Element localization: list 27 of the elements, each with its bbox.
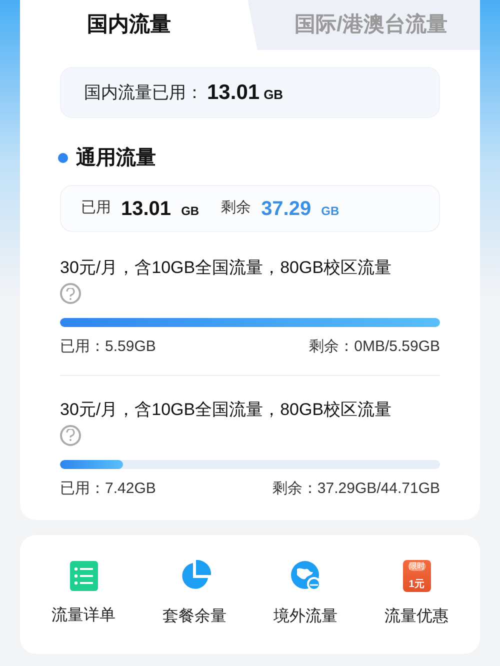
shortcut-button[interactable]: 流量详单 xyxy=(28,561,139,628)
shortcut-button[interactable]: 限时 1元 流量优惠 xyxy=(361,560,472,629)
summary-label: 国内流量已用： xyxy=(84,82,203,104)
globe-icon xyxy=(290,560,322,592)
stat-label: 剩余 xyxy=(221,198,252,218)
badge-text: 限时 xyxy=(408,562,426,571)
shortcut-button[interactable]: 境外流量 xyxy=(250,560,361,629)
stat-value: 13.01 xyxy=(121,196,172,222)
list-icon xyxy=(70,561,98,591)
remaining-text: 剩余：37.29GB/44.71GB xyxy=(272,478,440,498)
help-icon[interactable] xyxy=(60,424,81,446)
stat-unit: GB xyxy=(181,202,200,220)
plan-title: 30元/月，含10GB全国流量，80GB校区流量 xyxy=(60,257,393,279)
summary-value: 13.01 xyxy=(207,80,260,106)
summary-unit: GB xyxy=(264,86,284,104)
help-icon[interactable] xyxy=(60,283,81,304)
stat-value: 37.29 xyxy=(261,196,312,222)
section-title: 通用流量 xyxy=(76,146,156,171)
used-text: 已用：7.42GB xyxy=(60,478,156,498)
stat-label: 已用 xyxy=(81,198,111,218)
shortcut-button[interactable]: 套餐余量 xyxy=(139,560,250,629)
badge-text: 1元 xyxy=(408,578,424,591)
remaining-text: 剩余：0MB/5.59GB xyxy=(309,337,440,357)
stat-unit: GB xyxy=(321,202,340,220)
plan-title: 30元/月，含10GB全国流量，80GB校区流量 xyxy=(60,398,393,420)
used-text: 已用：5.59GB xyxy=(60,337,156,357)
bullet-icon xyxy=(58,153,68,163)
